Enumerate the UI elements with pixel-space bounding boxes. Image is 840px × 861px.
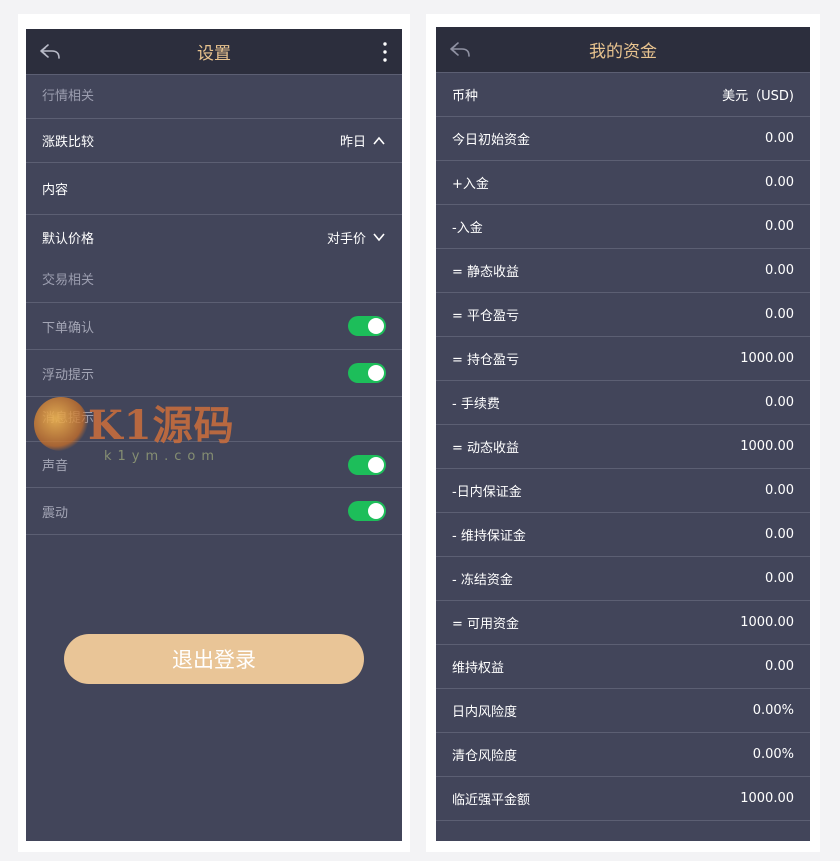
change-compare-text: 昨日 bbox=[339, 135, 366, 150]
settings-header: 设置 bbox=[26, 29, 402, 75]
change-compare-value[interactable]: 昨日 bbox=[340, 131, 386, 150]
funds-row-value: 1000.00 bbox=[740, 791, 794, 806]
toggle-knob bbox=[368, 456, 384, 473]
funds-row: 日内风险度 0.00% bbox=[436, 689, 810, 733]
sound-toggle[interactable] bbox=[348, 454, 386, 475]
section-trade: 交易相关 bbox=[26, 259, 402, 303]
funds-row-value: 0.00% bbox=[752, 703, 794, 718]
funds-row-label: = 持仓盈亏 bbox=[452, 353, 520, 368]
page-title: 我的资金 bbox=[589, 42, 657, 62]
toggle-knob bbox=[368, 503, 384, 519]
funds-row: -入金 0.00 bbox=[436, 205, 810, 249]
back-arrow-icon[interactable] bbox=[448, 38, 474, 62]
funds-row-value: 美元（USD) bbox=[722, 89, 794, 104]
funds-row-value: 0.00 bbox=[765, 263, 794, 278]
section-market: 行情相关 bbox=[26, 75, 402, 119]
sound-label: 声音 bbox=[42, 459, 69, 474]
funds-row-value: 1000.00 bbox=[740, 615, 794, 630]
toggle-knob bbox=[368, 365, 384, 381]
funds-row-label: -入金 bbox=[452, 221, 483, 236]
funds-row-value: 0.00 bbox=[765, 175, 794, 190]
funds-row: 清仓风险度 0.00% bbox=[436, 733, 810, 777]
row-change-compare[interactable]: 涨跌比较 昨日 bbox=[26, 119, 402, 163]
funds-row-value: 0.00% bbox=[752, 747, 794, 762]
funds-row-label: +入金 bbox=[452, 177, 489, 192]
funds-row: +入金 0.00 bbox=[436, 161, 810, 205]
funds-row-label: = 平仓盈亏 bbox=[452, 309, 520, 324]
funds-row: = 平仓盈亏 0.00 bbox=[436, 293, 810, 337]
funds-row-value: 1000.00 bbox=[740, 351, 794, 366]
funds-row-label: 维持权益 bbox=[452, 661, 505, 676]
funds-row-value: 0.00 bbox=[765, 131, 794, 146]
chevron-up-icon bbox=[373, 136, 385, 145]
funds-row-label: = 动态收益 bbox=[452, 441, 520, 456]
funds-row-label: = 可用资金 bbox=[452, 617, 520, 632]
funds-row: -日内保证金 0.00 bbox=[436, 469, 810, 513]
toggle-knob bbox=[368, 318, 384, 334]
logout-button[interactable]: 退出登录 bbox=[64, 634, 364, 684]
vibrate-label: 震动 bbox=[42, 505, 69, 521]
funds-row: 今日初始资金 0.00 bbox=[436, 117, 810, 161]
float-tip-toggle[interactable] bbox=[348, 363, 386, 383]
funds-row-label: -日内保证金 bbox=[452, 485, 522, 500]
float-tip-label: 浮动提示 bbox=[42, 367, 95, 383]
content-label: 内容 bbox=[42, 183, 69, 198]
page-title: 设置 bbox=[197, 44, 231, 64]
chevron-down-icon bbox=[373, 233, 385, 242]
row-sound: 声音 bbox=[26, 441, 402, 488]
funds-row-label: - 冻结资金 bbox=[452, 573, 513, 588]
funds-row-label: - 维持保证金 bbox=[452, 529, 526, 544]
vibrate-toggle[interactable] bbox=[348, 501, 386, 521]
funds-list: 币种 美元（USD) 今日初始资金 0.00 +入金 0.00 -入金 0.00 = 静态收益 0… bbox=[436, 73, 810, 821]
funds-header: 我的资金 bbox=[436, 27, 810, 73]
funds-row-label: 币种 bbox=[452, 89, 479, 104]
default-price-text: 对手价 bbox=[326, 231, 366, 247]
funds-row: 维持权益 0.00 bbox=[436, 645, 810, 689]
funds-row: 币种 美元（USD) bbox=[436, 73, 810, 117]
back-arrow-icon[interactable] bbox=[38, 40, 64, 64]
funds-screen: 我的资金 币种 美元（USD) 今日初始资金 0.00 +入金 0.00 -入金 0.00 = … bbox=[436, 27, 810, 841]
section-message: 消息提示 bbox=[42, 411, 95, 426]
funds-row-label: 日内风险度 bbox=[452, 705, 518, 720]
funds-row-value: 0.00 bbox=[765, 527, 794, 542]
row-content[interactable]: 内容 bbox=[26, 163, 402, 215]
funds-row: = 可用资金 1000.00 bbox=[436, 601, 810, 645]
order-confirm-toggle[interactable] bbox=[348, 316, 386, 336]
default-price-label: 默认价格 bbox=[42, 231, 95, 247]
default-price-value[interactable]: 对手价 bbox=[327, 228, 386, 247]
row-float-tip: 浮动提示 bbox=[26, 350, 402, 397]
funds-row-label: 临近强平金额 bbox=[452, 793, 531, 808]
order-confirm-label: 下单确认 bbox=[42, 320, 95, 336]
funds-row-value: 0.00 bbox=[765, 659, 794, 674]
row-order-confirm: 下单确认 bbox=[26, 303, 402, 350]
funds-row: 临近强平金额 1000.00 bbox=[436, 777, 810, 821]
funds-row-value: 1000.00 bbox=[740, 439, 794, 454]
funds-row-value: 0.00 bbox=[765, 483, 794, 498]
change-compare-label: 涨跌比较 bbox=[42, 135, 95, 150]
row-vibrate: 震动 bbox=[26, 488, 402, 535]
funds-row: - 冻结资金 0.00 bbox=[436, 557, 810, 601]
settings-screen: 设置 行情相关 涨跌比较 昨日 内容 默认价格 对手价 交易相关 下单确认 浮动… bbox=[26, 29, 402, 841]
funds-row-label: = 静态收益 bbox=[452, 265, 520, 280]
funds-row-label: 清仓风险度 bbox=[452, 749, 518, 764]
row-default-price[interactable]: 默认价格 对手价 bbox=[26, 215, 402, 259]
funds-row-value: 0.00 bbox=[765, 571, 794, 586]
funds-row-label: 今日初始资金 bbox=[452, 133, 531, 148]
funds-row: = 静态收益 0.00 bbox=[436, 249, 810, 293]
funds-row: = 持仓盈亏 1000.00 bbox=[436, 337, 810, 381]
funds-row-value: 0.00 bbox=[765, 219, 794, 234]
funds-row-label: - 手续费 bbox=[452, 397, 500, 412]
funds-row-value: 0.00 bbox=[765, 307, 794, 322]
funds-row-value: 0.00 bbox=[765, 395, 794, 410]
funds-row: = 动态收益 1000.00 bbox=[436, 425, 810, 469]
funds-row: - 手续费 0.00 bbox=[436, 381, 810, 425]
more-vertical-icon[interactable] bbox=[380, 40, 390, 64]
funds-row: - 维持保证金 0.00 bbox=[436, 513, 810, 557]
